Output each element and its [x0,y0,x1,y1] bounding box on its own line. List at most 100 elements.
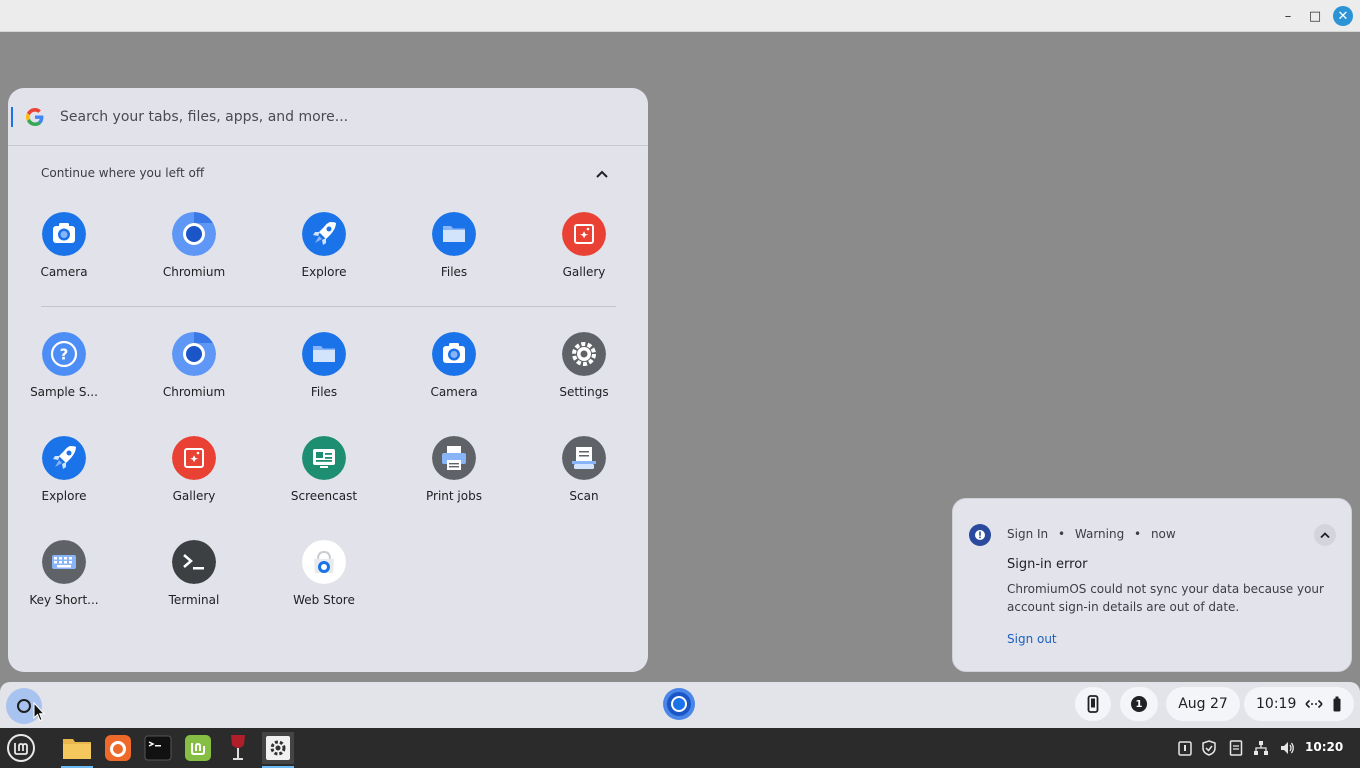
continue-app-camera[interactable]: Camera [9,212,119,292]
app-label: Key Short... [29,593,99,607]
firefox-icon [105,735,131,761]
app-sample-s[interactable]: ? Sample S... [9,332,119,412]
app-label: Gallery [562,265,606,279]
notification-count-badge: 1 [1131,696,1147,712]
google-icon [26,108,44,126]
wine-glass-icon [231,735,245,760]
settings-icon [562,332,606,376]
chromium-icon [172,332,216,376]
minimize-button[interactable]: – [1278,6,1298,26]
app-web-store[interactable]: Web Store [269,540,379,620]
notification-collapse-button[interactable] [1314,524,1336,546]
print-icon [432,436,476,480]
app-label: Chromium [162,265,226,279]
close-button[interactable]: ✕ [1333,6,1353,26]
collapse-section-button[interactable] [592,164,612,184]
gallery-icon [172,436,216,480]
continue-app-gallery[interactable]: Gallery [529,212,639,292]
launcher-icon [17,699,31,713]
shelf-time: 10:19 [1256,696,1297,712]
status-area-button[interactable]: 10:19 [1244,687,1354,721]
mouse-cursor-icon [33,702,45,722]
app-print-jobs[interactable]: Print jobs [399,436,509,516]
phone-hub-button[interactable] [1075,687,1111,721]
date-button[interactable]: Aug 27 [1166,687,1240,721]
chevron-up-icon [1320,532,1330,539]
battery-icon [1333,696,1341,712]
network-icon [1305,699,1323,709]
explore-icon [42,436,86,480]
host-taskbar: 10:20 [0,728,1360,768]
notification-type: Warning [1074,527,1125,541]
app-label: Sample S... [30,385,98,399]
folder-icon [63,739,91,759]
app-screencast[interactable]: Screencast [269,436,379,516]
app-scan[interactable]: Scan [529,436,639,516]
app-settings[interactable]: Settings [529,332,639,412]
app-explore[interactable]: Explore [9,436,119,516]
clipboard-tray-icon[interactable] [1175,738,1195,758]
taskbar-clock[interactable]: 10:20 [1305,740,1343,754]
app-label: Camera [40,265,88,279]
files-icon [302,332,346,376]
notification-source: Sign In [1007,527,1049,541]
scan-icon [562,436,606,480]
firefox-taskbar-item[interactable] [102,732,134,764]
shield-icon[interactable] [1199,738,1219,758]
chromium-icon [172,212,216,256]
app-label: Files [310,385,338,399]
chromium-shelf-icon[interactable] [662,687,696,721]
chevron-up-icon [596,170,608,178]
app-key-short[interactable]: Key Short... [9,540,119,620]
app-label: Terminal [168,593,220,607]
shelf-date: Aug 27 [1178,696,1228,712]
help-icon: ? [42,332,86,376]
network-tray-icon[interactable] [1251,738,1271,758]
files-icon [432,212,476,256]
search-input[interactable] [60,103,620,131]
mint-update-taskbar-item[interactable] [182,732,214,764]
volume-icon[interactable] [1277,738,1297,758]
gallery-icon [562,212,606,256]
mint-menu-button[interactable] [5,732,37,764]
settings-taskbar-item[interactable] [262,732,294,768]
terminal-icon [172,540,216,584]
notification-count-button[interactable]: 1 [1120,687,1158,721]
section-divider [41,306,616,307]
phone-icon [1087,695,1099,713]
linux-mint-icon [7,734,35,762]
app-files[interactable]: Files [269,332,379,412]
web-store-icon [302,540,346,584]
continue-app-files[interactable]: Files [399,212,509,292]
app-label: Web Store [293,593,355,607]
app-gallery[interactable]: Gallery [139,436,249,516]
warning-icon [969,524,991,546]
files-taskbar-item[interactable] [61,732,93,768]
sign-out-link[interactable]: Sign out [1007,632,1057,646]
app-chromium[interactable]: Chromium [139,332,249,412]
app-terminal[interactable]: Terminal [139,540,249,620]
notification-separator: • [1134,527,1142,541]
continue-app-chromium[interactable]: Chromium [139,212,249,292]
continue-section-title: Continue where you left off [41,166,205,180]
maximize-button[interactable]: □ [1305,6,1325,26]
app-label: Scan [569,489,599,503]
notification-time: now [1150,527,1176,541]
camera-icon [42,212,86,256]
app-camera[interactable]: Camera [399,332,509,412]
notification-separator: • [1057,527,1066,541]
notification-header: Sign In • Warning • now [1007,527,1176,541]
wine-taskbar-item[interactable] [222,732,254,764]
app-label: Explore [301,265,347,279]
shelf: 1 Aug 27 10:19 [0,682,1360,728]
app-label: Gallery [172,489,216,503]
continue-app-explore[interactable]: Explore [269,212,379,292]
launcher-search-bar [8,88,648,146]
mint-update-icon [185,735,211,761]
terminal-taskbar-item[interactable] [142,732,174,764]
document-tray-icon[interactable] [1226,738,1246,758]
app-launcher: Continue where you left off Camera Chromi… [8,88,648,672]
search-caret [11,107,13,127]
notification-card[interactable]: Sign In • Warning • now Sign-in error Ch… [952,498,1352,672]
explore-icon [302,212,346,256]
